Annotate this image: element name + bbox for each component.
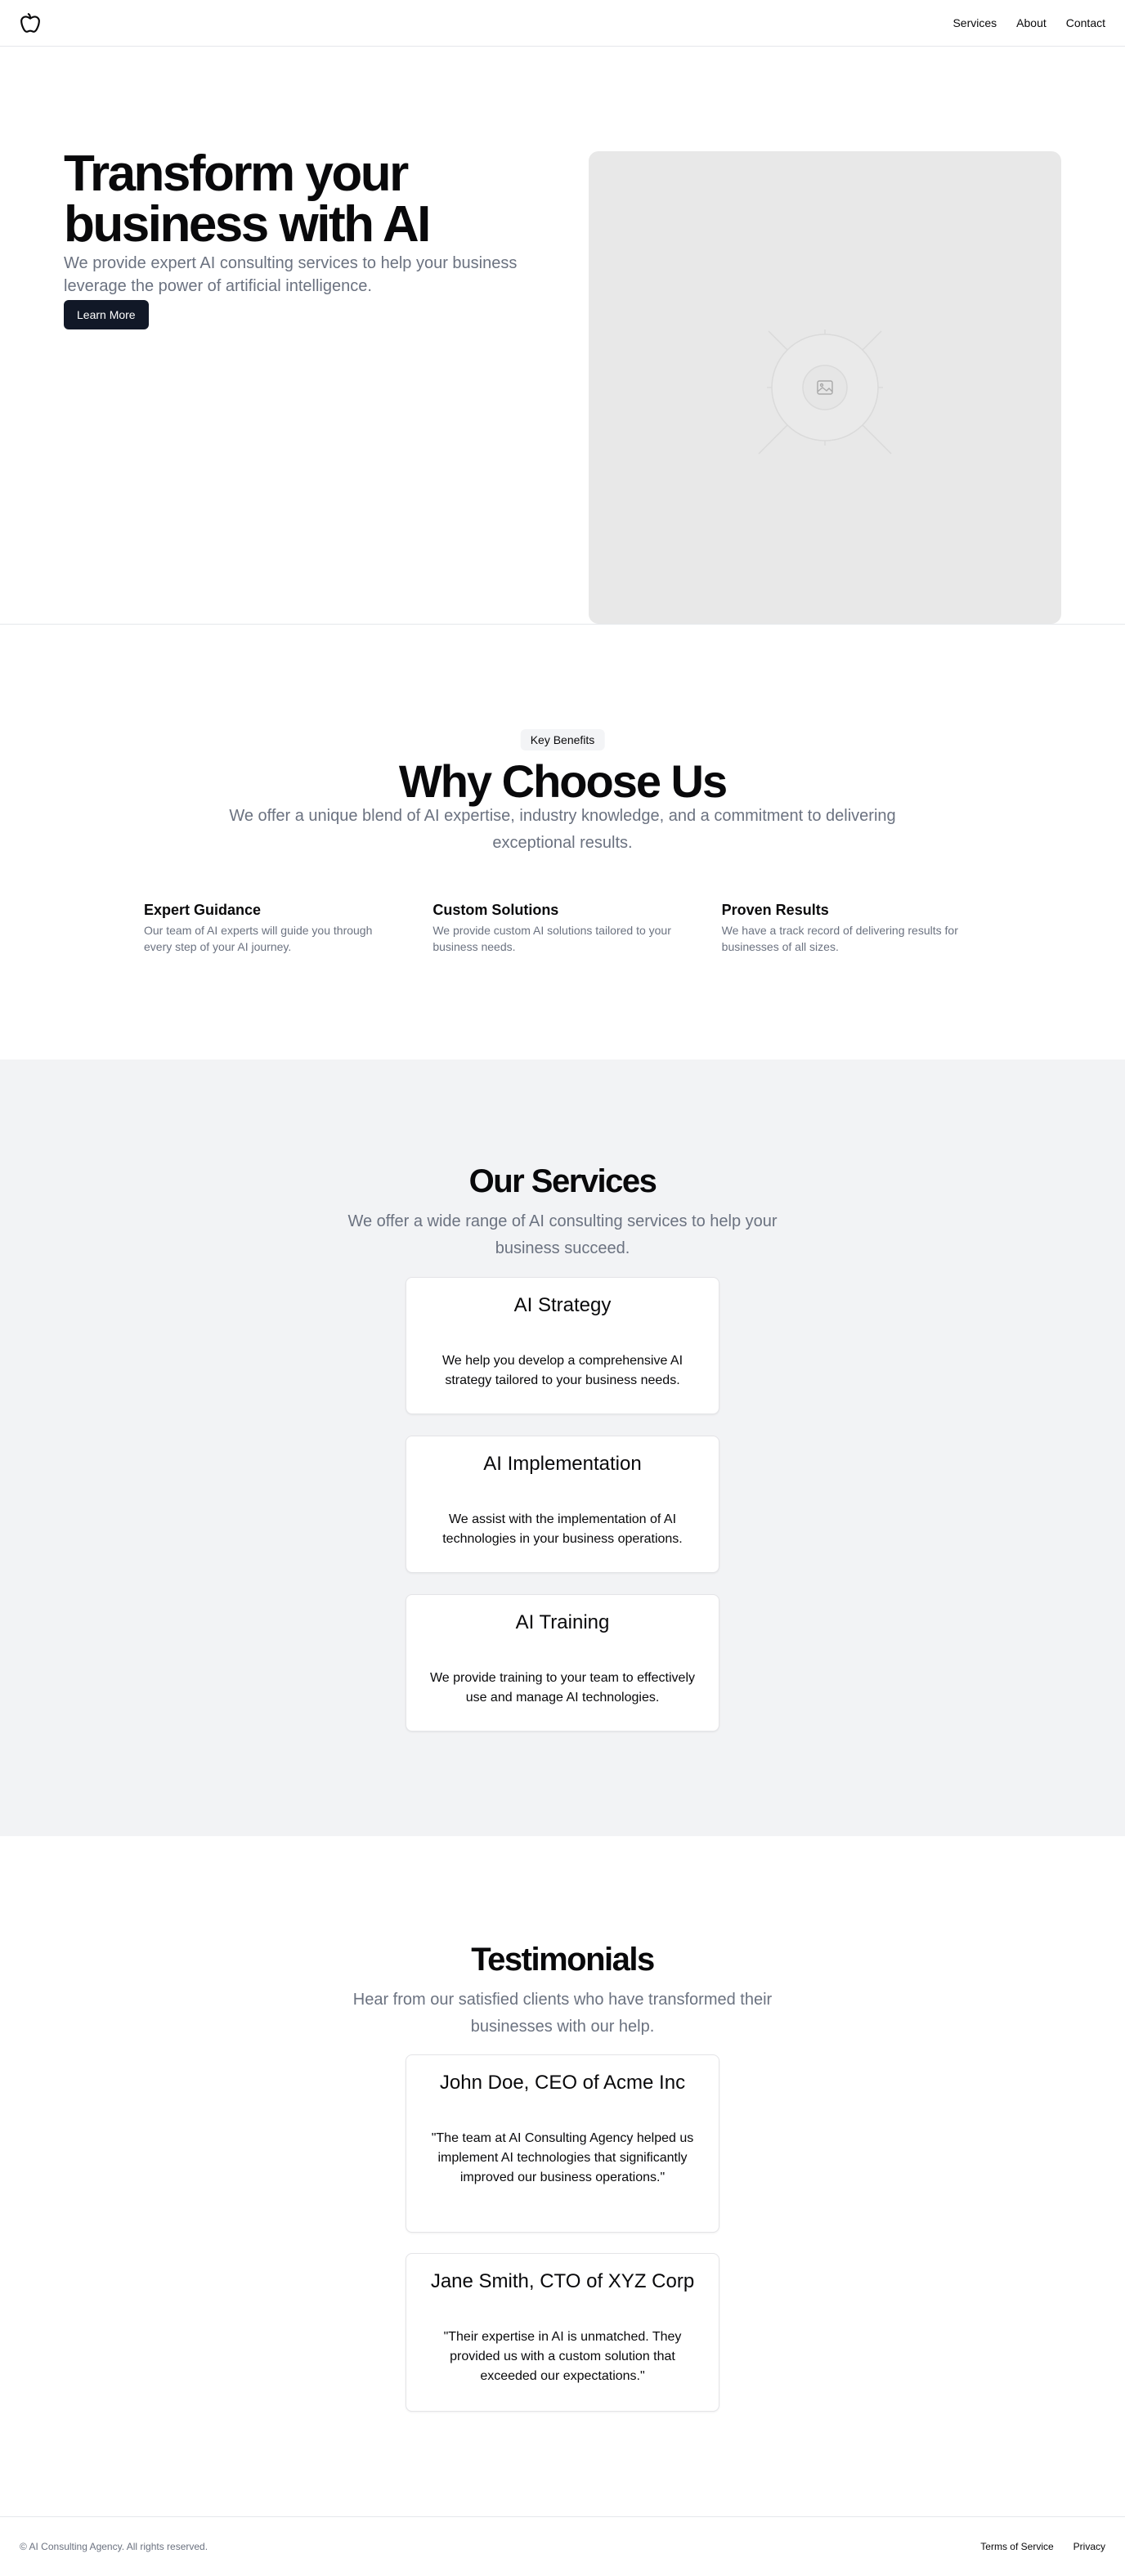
testimonials-subtitle: Hear from our satisfied clients who have… [352,1991,773,2036]
site-header: Services About Contact [0,0,1125,47]
footer-nav: Terms of Service Privacy [980,2541,1105,2552]
footer-link-privacy[interactable]: Privacy [1073,2541,1105,2552]
services-subtitle: We offer a wide range of AI consulting s… [347,1212,778,1257]
feature-title: Expert Guidance [144,902,262,918]
feature-description: We provide custom AI solutions tailored … [433,924,671,953]
image-placeholder-icon [758,329,892,455]
key-benefits-badge: Key Benefits [520,729,605,750]
site-footer: © AI Consulting Agency. All rights reser… [0,2516,1125,2576]
testimonial-quote: "The team at AI Consulting Agency helped… [431,2131,694,2184]
learn-more-button[interactable]: Learn More [64,300,149,329]
nav-link-services[interactable]: Services [952,16,997,29]
service-card-title: AI Strategy [513,1294,612,1316]
feature-title: Proven Results [721,902,829,918]
testimonial-author: Jane Smith, CTO of XYZ Corp [430,2270,695,2292]
service-card-title: AI Implementation [483,1453,642,1475]
features-grid: Expert Guidance Our team of AI experts w… [144,899,981,955]
testimonials-section: Testimonials Hear from our satisfied cli… [0,1836,1125,2516]
services-section: Our Services We offer a wide range of AI… [0,1060,1125,1836]
service-card-body: We assist with the implementation of AI … [442,1512,683,1546]
services-title: Our Services [468,1163,657,1199]
benefits-subtitle: We offer a unique blend of AI expertise,… [229,807,896,852]
hero-content: Transform your business with AI We provi… [64,149,522,329]
service-card: AI Implementation We assist with the imp… [406,1436,719,1573]
feature-item: Proven Results We have a track record of… [722,899,981,955]
testimonial-card: John Doe, CEO of Acme Inc "The team at A… [406,2054,719,2233]
feature-description: We have a track record of delivering res… [721,924,958,953]
benefits-section: Key Benefits Why Choose Us We offer a un… [0,625,1125,1060]
main-nav: Services About Contact [952,16,1105,29]
footer-copyright: © AI Consulting Agency. All rights reser… [20,2541,208,2552]
hero-title: Transform your business with AI [64,146,431,253]
benefits-title: Why Choose Us [398,755,728,807]
footer-link-terms[interactable]: Terms of Service [980,2541,1053,2552]
testimonial-author: John Doe, CEO of Acme Inc [439,2072,686,2094]
feature-item: Custom Solutions We provide custom AI so… [433,899,692,955]
feature-description: Our team of AI experts will guide you th… [144,924,373,953]
hero-section: Transform your business with AI We provi… [0,47,1125,625]
service-card: AI Strategy We help you develop a compre… [406,1277,719,1414]
service-card-body: We help you develop a comprehensive AI s… [441,1354,684,1387]
feature-title: Custom Solutions [433,902,559,918]
service-card: AI Training We provide training to your … [406,1594,719,1732]
nav-link-contact[interactable]: Contact [1066,16,1105,29]
service-card-body: We provide training to your team to effe… [429,1671,695,1705]
service-card-title: AI Training [515,1611,610,1633]
testimonial-quote: "Their expertise in AI is unmatched. The… [443,2330,682,2383]
testimonials-title: Testimonials [471,1942,655,1978]
apple-logo-icon[interactable] [20,12,41,34]
hero-image-placeholder [589,151,1061,624]
hero-subtitle: We provide expert AI consulting services… [64,254,518,295]
nav-link-about[interactable]: About [1016,16,1047,29]
feature-item: Expert Guidance Our team of AI experts w… [144,899,403,955]
testimonial-card: Jane Smith, CTO of XYZ Corp "Their exper… [406,2253,719,2412]
